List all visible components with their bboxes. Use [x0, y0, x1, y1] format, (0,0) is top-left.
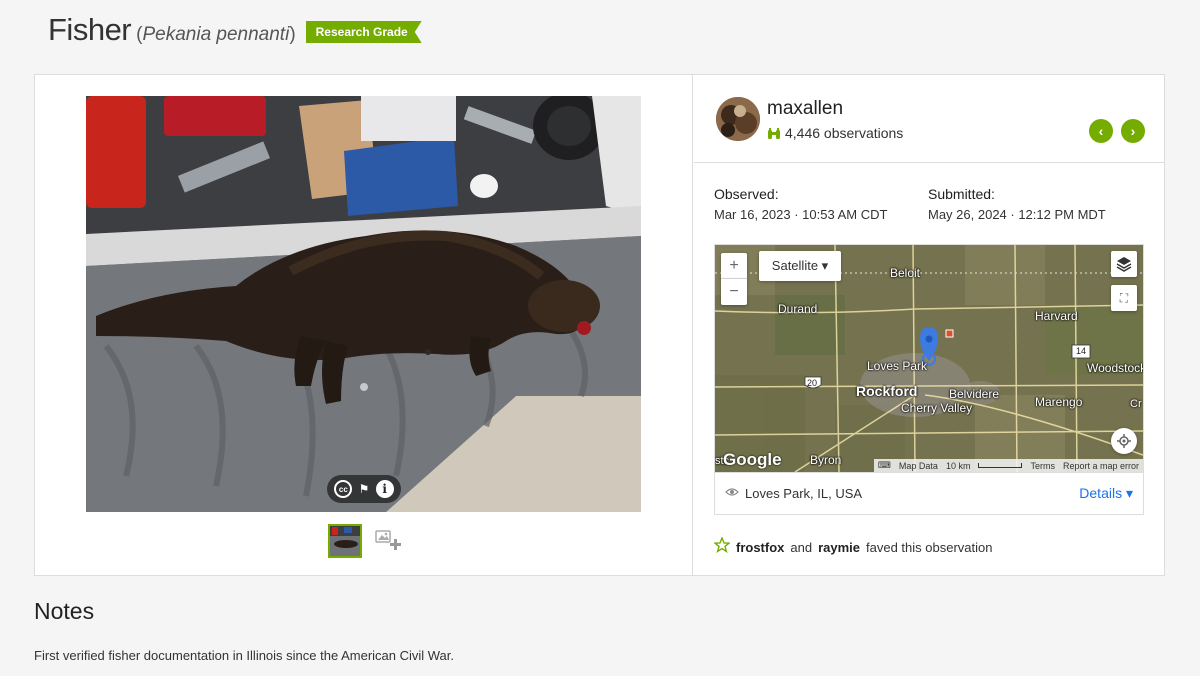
map-data-link[interactable]: Map Data	[899, 461, 938, 471]
observation-photo[interactable]: cc ⚑ i	[86, 96, 641, 512]
flag-icon[interactable]: ⚑	[355, 480, 373, 498]
map-label-belvidere: Belvidere	[949, 387, 1000, 401]
notes-text: First verified fisher documentation in I…	[34, 648, 455, 663]
map-label-marengo: Marengo	[1035, 395, 1083, 409]
fave-connector: and	[790, 540, 813, 555]
us-20-shield-label: 20	[807, 378, 818, 388]
star-outline-icon[interactable]	[713, 536, 731, 558]
avatar-image	[716, 97, 760, 141]
layers-glyph	[1116, 257, 1132, 272]
fave-suffix: faved this observation	[866, 540, 993, 555]
common-name[interactable]: Fisher	[48, 12, 132, 48]
binoculars-icon	[767, 127, 781, 139]
il-14-shield-label: 14	[1076, 346, 1087, 356]
map-scale-label: 10 km	[945, 460, 971, 471]
location-name: Loves Park, IL, USA	[725, 486, 862, 501]
observation-card: cc ⚑ i maxallen 4,446 observations ‹ › O…	[34, 74, 1165, 576]
locate-glyph	[1117, 434, 1131, 448]
avatar[interactable]	[716, 97, 760, 141]
eye-icon	[725, 487, 739, 500]
map-label-cherry-valley: Cherry Valley	[901, 401, 973, 415]
scientific-name[interactable]: Pekania pennanti	[142, 24, 289, 45]
fave-user-2[interactable]: raymie	[818, 540, 860, 555]
map-label-harvard: Harvard	[1035, 309, 1078, 323]
map-attribution: ⌨ Map Data 10 km Terms Report a map erro…	[873, 459, 1143, 472]
location-row: Loves Park, IL, USA Details ▾	[715, 472, 1143, 514]
thumbnail-image	[330, 526, 360, 556]
fullscreen-button[interactable]: ⛶	[1111, 285, 1137, 311]
locate-icon[interactable]	[1111, 428, 1137, 454]
next-observation-button[interactable]: ›	[1121, 119, 1145, 143]
add-photo-icon[interactable]	[374, 526, 404, 556]
map-label-cr: Cr	[1130, 398, 1142, 410]
add-photo-glyph	[375, 530, 401, 550]
place-name: Loves Park, IL, USA	[745, 486, 863, 501]
map-label-woodstock: Woodstock	[1087, 361, 1143, 375]
map-label-loves-park: Loves Park	[867, 359, 928, 373]
observed-value: Mar 16, 2023 · 10:53 AM CDT	[714, 207, 888, 222]
scientific-name-wrapper: (Pekania pennanti)	[136, 24, 296, 45]
terms-link[interactable]: Terms	[1030, 461, 1055, 471]
google-logo: Google	[723, 450, 782, 469]
zoom-in-button[interactable]: +	[721, 253, 747, 279]
eye-glyph	[725, 488, 739, 496]
layers-icon[interactable]	[1111, 251, 1137, 277]
details-dropdown[interactable]: Details ▾	[1079, 485, 1133, 502]
basemap-select[interactable]: Satellite ▾	[759, 251, 841, 281]
star-glyph	[713, 536, 731, 554]
submitted-date: Submitted: May 26, 2024 · 12:12 PM MDT	[928, 186, 1142, 222]
map-label-durand: Durand	[778, 302, 818, 316]
map-label-byron: Byron	[810, 453, 842, 467]
report-map-error-link[interactable]: Report a map error	[1063, 461, 1139, 471]
dates-row: Observed: Mar 16, 2023 · 10:53 AM CDT Su…	[714, 186, 1144, 222]
info-pane: maxallen 4,446 observations ‹ › Observed…	[694, 75, 1165, 575]
photo-thumbnail[interactable]	[328, 524, 362, 558]
photo-thumbnails	[328, 524, 404, 558]
map-label-beloit: Beloit	[890, 266, 921, 280]
map-scale-bar	[978, 463, 1023, 468]
photo-controls: cc ⚑ i	[327, 475, 401, 503]
location-map[interactable]: 20 14 Beloit Durand Harvard Loves Park R…	[715, 245, 1143, 472]
observer-username[interactable]: maxallen	[767, 98, 843, 120]
previous-observation-button[interactable]: ‹	[1089, 119, 1113, 143]
taxon-title: Fisher (Pekania pennanti) Research Grade	[48, 12, 422, 52]
photo-illustration	[86, 96, 641, 512]
quality-grade-badge: Research Grade	[305, 21, 422, 43]
map-box: 20 14 Beloit Durand Harvard Loves Park R…	[714, 244, 1144, 515]
observed-date: Observed: Mar 16, 2023 · 10:53 AM CDT	[714, 186, 928, 222]
creative-commons-icon[interactable]: cc	[334, 480, 353, 498]
observation-count[interactable]: 4,446 observations	[767, 125, 903, 141]
faves-row: frostfox and raymie faved this observati…	[713, 536, 993, 558]
binoculars-glyph	[768, 128, 780, 139]
observed-label: Observed:	[714, 186, 779, 202]
fave-user-1[interactable]: frostfox	[736, 540, 784, 555]
submitted-value: May 26, 2024 · 12:12 PM MDT	[928, 207, 1106, 222]
submitted-label: Submitted:	[928, 186, 995, 202]
photo-pane: cc ⚑ i	[35, 75, 693, 575]
observer-block: maxallen 4,446 observations ‹ ›	[694, 75, 1165, 163]
info-icon[interactable]: i	[375, 480, 394, 498]
map-label-rockford: Rockford	[856, 383, 918, 399]
notes-heading: Notes	[34, 598, 95, 624]
zoom-out-button[interactable]: −	[721, 279, 747, 305]
keyboard-shortcuts-icon[interactable]: ⌨	[878, 460, 891, 471]
observation-count-text: 4,446 observations	[785, 125, 904, 141]
